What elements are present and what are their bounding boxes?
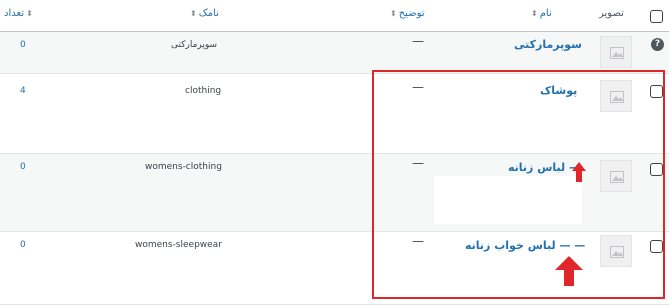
column-image: تصویر	[599, 8, 624, 19]
annotation-arrow-icon	[572, 162, 586, 182]
column-slug[interactable]: ⬍ نامک	[188, 8, 219, 19]
sort-arrows-icon: ⬍	[390, 9, 397, 18]
annotation-highlight-box	[372, 70, 665, 299]
select-all-checkbox[interactable]	[650, 10, 663, 23]
column-description[interactable]: ⬍ توضیح	[388, 8, 425, 19]
row-slug: womens-clothing	[145, 162, 222, 172]
sort-arrows-icon: ⬍	[531, 9, 538, 18]
row-slug: womens-sleepwear	[135, 240, 222, 250]
category-thumbnail	[600, 36, 632, 68]
row-count[interactable]: 0	[20, 40, 26, 50]
column-name[interactable]: ⬍ نام	[529, 8, 552, 19]
question-icon[interactable]: ?	[651, 38, 664, 51]
row-description: —	[412, 34, 424, 48]
image-placeholder-icon	[610, 47, 624, 59]
sort-arrows-icon: ⬍	[190, 9, 197, 18]
column-count[interactable]: تعداد ⬍	[4, 8, 35, 19]
row-count[interactable]: 0	[20, 240, 26, 250]
row-count[interactable]: 4	[20, 86, 26, 96]
annotation-arrow-icon	[555, 256, 583, 286]
table-header: تعداد ⬍ ⬍ نامک ⬍ توضیح ⬍ نام تصویر	[0, 0, 669, 32]
row-count[interactable]: 0	[20, 162, 26, 172]
table-row: 0 سوپرمارکتی — سوپرمارکتی ?	[0, 32, 669, 74]
row-name-link[interactable]: سوپرمارکتی	[514, 38, 582, 51]
row-slug: سوپرمارکتی	[171, 40, 218, 50]
sort-arrows-icon: ⬍	[26, 9, 33, 18]
product-categories-table: تعداد ⬍ ⬍ نامک ⬍ توضیح ⬍ نام تصویر 0 سوپرمار…	[0, 0, 669, 305]
row-slug: clothing	[185, 86, 222, 96]
